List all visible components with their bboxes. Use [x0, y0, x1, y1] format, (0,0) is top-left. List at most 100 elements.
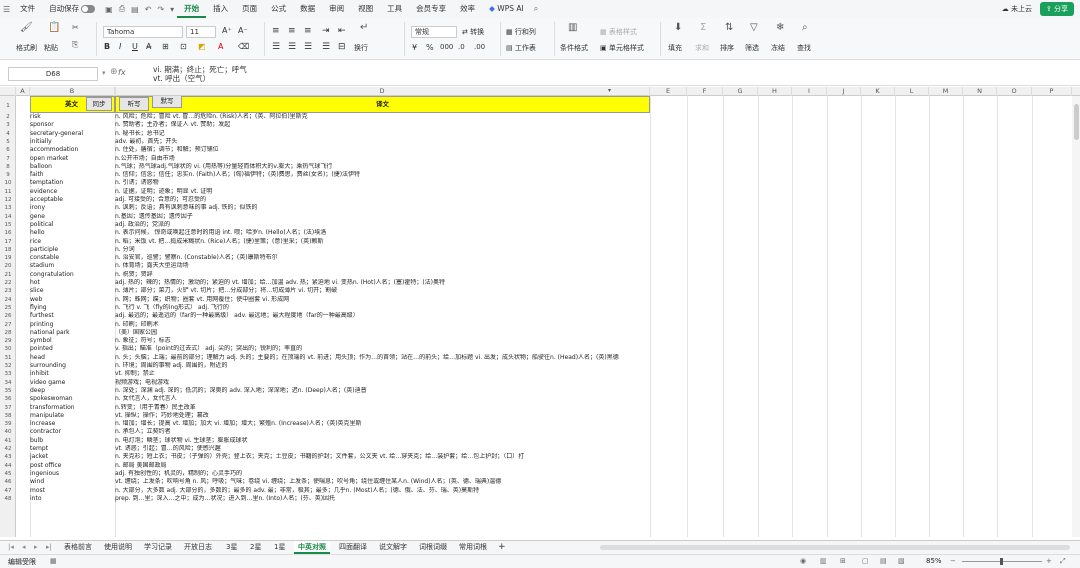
clear-icon[interactable]: ⌫: [238, 42, 249, 51]
percent-icon[interactable]: %: [426, 43, 434, 52]
column-header-e[interactable]: E: [650, 87, 687, 96]
freeze-icon[interactable]: ❄: [776, 22, 784, 33]
row-header[interactable]: 20: [0, 262, 16, 270]
row-header[interactable]: 33: [0, 370, 16, 378]
row-header[interactable]: 44: [0, 462, 16, 470]
fill-label[interactable]: 填充: [668, 43, 682, 53]
cell-translation[interactable]: n. 稻；米饭 vt. 把…捣成米糊状n. (Rice)人名；(捷)里策；(意)…: [115, 238, 1065, 246]
cell-translation[interactable]: n. 承包人；立契约者: [115, 428, 1065, 436]
table-row[interactable]: increase n. 增加；增长；提高 vt. 增加；加大 vi. 增加；增大；…: [16, 420, 1080, 428]
cell-translation[interactable]: （美）国家公园: [115, 329, 1065, 337]
table-row[interactable]: spokeswoman n. 女代言人，女代言人: [16, 395, 1080, 403]
filter-dropdown-icon[interactable]: ▾: [608, 87, 611, 94]
row-header[interactable]: 21: [0, 271, 16, 279]
cell-style-button[interactable]: ▣ 单元格样式: [600, 43, 644, 53]
align-right-icon[interactable]: ☰: [304, 42, 312, 52]
zoom-icon[interactable]: ⊕: [110, 67, 118, 77]
cloud-status[interactable]: ☁ 未上云: [1002, 0, 1032, 18]
tab-tools[interactable]: 工具: [380, 0, 409, 18]
cell-translation[interactable]: n. 体育场；露天大型运动场: [115, 262, 1065, 270]
table-row[interactable]: sponsor n. 赞助者；主办者；保证人 vt. 赞助；发起: [16, 121, 1080, 129]
row-header[interactable]: 43: [0, 453, 16, 461]
cond-format-label[interactable]: 条件格式: [560, 43, 588, 53]
table-row[interactable]: hot adj. 热的；辣的；热情的；激动的；紧迫的 vt. 增加；给…加温 ad…: [16, 279, 1080, 287]
write-button[interactable]: 默写: [152, 96, 182, 108]
sheet-tab-log[interactable]: 开放日志: [180, 541, 216, 554]
font-size-select[interactable]: 11: [186, 26, 216, 38]
cell-english[interactable]: manipulate: [30, 412, 127, 420]
filter-icon[interactable]: ▽: [750, 22, 758, 33]
row-header[interactable]: 40: [0, 428, 16, 436]
cell-english[interactable]: faith: [30, 171, 127, 179]
print-icon[interactable]: ⎙: [116, 4, 128, 14]
row-header[interactable]: 18: [0, 246, 16, 254]
cell-translation[interactable]: n. 夹克衫；短上衣；书皮；（子弹的）外壳；登上衣；夹克；土豆皮；书籍的护封；文…: [115, 453, 1065, 461]
namebox-chevron-icon[interactable]: ▾: [102, 69, 106, 77]
column-header-h[interactable]: H: [758, 87, 792, 96]
table-row[interactable]: national park （美）国家公园: [16, 329, 1080, 337]
row-header[interactable]: 28: [0, 329, 16, 337]
cell-translation[interactable]: adj. 最远的；最遥远的（far的一种最高级） adv. 最远地；最大程度地（…: [115, 312, 1065, 320]
cell-english[interactable]: ingenious: [30, 470, 127, 478]
cell-translation[interactable]: n. 网；蛛网；蹼；织物；圈套 vt. 用网覆住；使中圈套 vi. 形成网: [115, 296, 1065, 304]
table-row[interactable]: hello n. 表示问候， 惊奇或唤起注意时的用语 int. 喂；哈罗n. (H…: [16, 229, 1080, 237]
paste-icon[interactable]: 📋: [48, 22, 60, 33]
sort-icon[interactable]: ⇅: [725, 22, 733, 33]
cell-english[interactable]: irony: [30, 204, 127, 212]
cell-translation[interactable]: n. 证据，证明；迹象；明显 vt. 证明: [115, 188, 1065, 196]
cell-translation[interactable]: n.基因；遗传基因；遗传因子: [115, 213, 1065, 221]
row-header[interactable]: 2: [0, 113, 16, 121]
menu-icon[interactable]: ☰: [0, 5, 13, 14]
column-header-j[interactable]: J: [827, 87, 861, 96]
row-header[interactable]: 42: [0, 445, 16, 453]
cell-translation[interactable]: adj. 有独创性的；机灵的，精制的；心灵手巧的: [115, 470, 1065, 478]
table-row[interactable]: congratulation n. 祝贺；贺辞: [16, 271, 1080, 279]
worksheet-button[interactable]: ▤ 工作表: [506, 43, 536, 53]
cell-english[interactable]: political: [30, 221, 127, 229]
row-header[interactable]: 17: [0, 238, 16, 246]
thousands-icon[interactable]: 000: [440, 43, 453, 51]
column-header-a[interactable]: A: [16, 87, 30, 96]
zoom-level[interactable]: 85%: [926, 557, 942, 565]
fx-icon[interactable]: fx: [118, 68, 126, 77]
cell-english[interactable]: printing: [30, 321, 127, 329]
font-name-select[interactable]: Tahoma: [103, 26, 183, 38]
cell-english[interactable]: stadium: [30, 262, 127, 270]
cell-translation[interactable]: n. 讽刺；反语；具有讽刺意味的事 adj. 铁的；似铁的: [115, 204, 1065, 212]
row-header[interactable]: 37: [0, 404, 16, 412]
table-row[interactable]: web n. 网；蛛网；蹼；织物；圈套 vt. 用网覆住；使中圈套 vi. 形成网: [16, 296, 1080, 304]
cell-english[interactable]: evidence: [30, 188, 127, 196]
cell-english[interactable]: sponsor: [30, 121, 127, 129]
sheet-tab-3star[interactable]: 3星: [222, 541, 241, 554]
table-style-button[interactable]: ▦ 表格样式: [600, 27, 637, 37]
column-header-m[interactable]: M: [929, 87, 963, 96]
table-row[interactable]: slice n. 薄片；部分；菜刀，火铲 vt. 切片；把…分成部分；将…切成薄片…: [16, 287, 1080, 295]
justify-icon[interactable]: ☰: [322, 42, 330, 52]
cell-english[interactable]: deep: [30, 387, 127, 395]
sheet-tab-instructions[interactable]: 使用说明: [100, 541, 136, 554]
font-shrink-icon[interactable]: A⁻: [238, 26, 248, 35]
cell-english[interactable]: secretary-general: [30, 130, 127, 138]
sheet-tab-preface[interactable]: 表格前言: [60, 541, 96, 554]
cell-translation[interactable]: adj. 政治的；党派的: [115, 221, 1065, 229]
cell-translation[interactable]: n. 印刷；印刷术: [115, 321, 1065, 329]
horizontal-scrollbar[interactable]: [600, 545, 1070, 550]
cell-english[interactable]: inhibit: [30, 370, 127, 378]
macro-icon[interactable]: ▦: [50, 557, 57, 565]
cell-translation[interactable]: adj. 可接受的；合意的；可忍受的: [115, 196, 1065, 204]
share-button[interactable]: ⇪ 分享: [1039, 2, 1074, 16]
zoom-in-icon[interactable]: +: [1046, 557, 1052, 565]
row-header[interactable]: 4: [0, 130, 16, 138]
tab-data[interactable]: 数据: [293, 0, 322, 18]
cell-translation[interactable]: n. 邮局 美国邮政局: [115, 462, 1065, 470]
table-row[interactable]: into prep. 到…里；深入…之中；成为…状况；进入到…里n. (Into)…: [16, 495, 1080, 503]
table-row[interactable]: flying n. 飞行 v. 飞（fly的ing形式） adj. 飞行的: [16, 304, 1080, 312]
merge-icon[interactable]: ⊟: [338, 42, 346, 52]
row-header[interactable]: 32: [0, 362, 16, 370]
cell-translation[interactable]: n. 增加；增长；提高 vt. 增加；加大 vi. 增加；增大；繁殖n. (In…: [115, 420, 1065, 428]
cell-translation[interactable]: n. 表示问候， 惊奇或唤起注意时的用语 int. 喂；哈罗n. (Hello)…: [115, 229, 1065, 237]
row-header[interactable]: 23: [0, 287, 16, 295]
table-row[interactable]: contractor n. 承包人；立契约者: [16, 428, 1080, 436]
font-color-icon[interactable]: A: [218, 42, 223, 51]
tab-home[interactable]: 开始: [177, 0, 207, 18]
